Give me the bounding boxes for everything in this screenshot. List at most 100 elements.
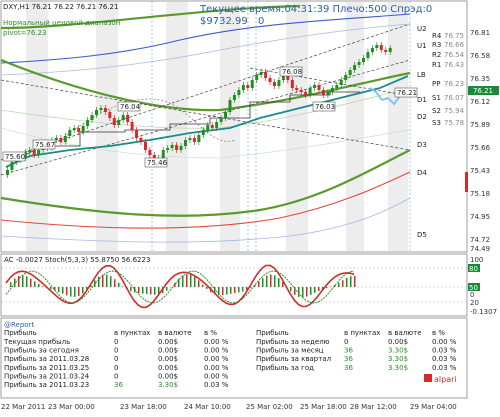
chart-canvas[interactable]: 75.6075.6776.0475.4676.0876.0376.21 DXY,… [0, 0, 500, 413]
candle-body [86, 120, 89, 126]
candle-body [384, 50, 387, 52]
report-cell: 0 [114, 355, 118, 363]
report-cell: 0.00 % [204, 372, 229, 380]
ac-bar [26, 276, 28, 287]
pivot-label: R3 [432, 41, 441, 49]
terminal-window: 75.6075.6776.0475.4676.0876.0376.21 DXY,… [0, 0, 500, 413]
time-label: 23 Mar 18:00 [120, 403, 167, 411]
ac-bar [186, 274, 188, 287]
candle-body [237, 90, 240, 95]
ac-bar [338, 283, 340, 287]
report-cell: 3.30$ [158, 381, 178, 389]
price-tick: 76.58 [470, 52, 490, 60]
candle-body [353, 65, 356, 70]
report-cell: 0.00 % [432, 338, 457, 346]
level-d5: D5 [417, 231, 427, 239]
ac-bar [230, 287, 232, 294]
ac-bar [318, 287, 320, 291]
level-d3: D3 [417, 141, 427, 149]
pivot-label: R1 [432, 61, 441, 69]
ac-bar [310, 287, 312, 295]
candle-body [180, 146, 183, 150]
report-cell: 0.00$ [158, 338, 178, 346]
candle-body [73, 128, 76, 130]
stoch-tick: 20 [470, 299, 479, 307]
time-axis-labels: 22 Mar 201123 Mar 00:0023 Mar 18:0024 Ma… [1, 403, 457, 411]
ac-bar [66, 287, 68, 295]
candle-body [260, 72, 263, 75]
level-lb: LB [417, 71, 426, 79]
price-box-value: 76.03 [315, 103, 335, 111]
ac-bar [62, 287, 64, 294]
stoch-tick: 100 [470, 256, 483, 264]
report-header: в валюте [388, 329, 422, 337]
ac-bar [270, 275, 272, 287]
report-cell: 0 [114, 372, 118, 380]
candle-body [255, 75, 258, 80]
symbol-header: DXY,H1 76.21 76.22 76.21 76.21 [3, 3, 118, 11]
balance-text: $9732.99 [200, 16, 248, 27]
stoch-label: AC -0.0027 Stoch(5,3,3) 55.8750 56.6223 [4, 256, 150, 264]
candle-body [55, 138, 58, 140]
price-tick: 74.49 [470, 245, 490, 253]
candle-body [117, 120, 120, 125]
ac-bar [354, 276, 356, 287]
candle-body [335, 85, 338, 88]
candle-body [37, 150, 40, 155]
report-cell: 3.30$ [388, 347, 408, 355]
candle-body [211, 125, 214, 128]
candle-body [291, 80, 294, 88]
price-tick: 75.43 [470, 167, 490, 175]
pivot-note: pivot=76.23 [3, 29, 46, 37]
report-header: в % [204, 329, 217, 337]
alpari-logo-text: alpari [434, 375, 457, 384]
ac-bar [142, 287, 144, 294]
ac-bar [146, 287, 148, 294]
candle-body [246, 85, 249, 88]
candle-body [166, 148, 169, 150]
candle-body [224, 112, 227, 118]
ac-bar [202, 285, 204, 287]
time-label: 22 Mar 2011 [1, 403, 45, 411]
report-row-label: Прибыль за год [256, 364, 314, 372]
report-cell: 0.00$ [388, 338, 408, 346]
candle-body [331, 88, 334, 92]
report-cell: 0 [114, 338, 118, 346]
pivot-value: 75.94 [444, 107, 465, 115]
ac-bar [94, 280, 96, 287]
report-cell: 0.03 % [432, 364, 457, 372]
time-label: 23 Mar 00:00 [48, 403, 95, 411]
candle-body [295, 88, 298, 90]
ac-bar [342, 280, 344, 287]
ac-bar [350, 276, 352, 287]
time-label: 29 Mar 04:00 [410, 403, 457, 411]
price-box-value: 75.46 [147, 159, 168, 167]
ac-bar [278, 278, 280, 287]
report-cell: 0.00 % [204, 355, 229, 363]
ac-bar [274, 275, 276, 287]
ac-bar [302, 287, 304, 297]
pivot-value: 76.07 [444, 94, 464, 102]
ac-bar [78, 287, 80, 296]
ac-bar [314, 287, 316, 293]
report-header: в пунктах [114, 329, 150, 337]
candle-body [104, 108, 107, 112]
price-tick: 75.89 [470, 121, 490, 129]
price-bar-marker [465, 172, 468, 192]
candle-body [82, 126, 85, 132]
ac-bar [206, 287, 208, 289]
candle-body [375, 45, 378, 48]
candle-body [197, 135, 200, 142]
report-row-label: Прибыль за квартал [256, 355, 331, 363]
stoch-tick: -0.1307 [470, 308, 497, 316]
pivot-labels: R476.75R376.66R276.54R176.43PP76.23S176.… [432, 32, 465, 127]
price-tick: 74.95 [470, 213, 490, 221]
candle-body [135, 130, 138, 138]
pivot-value: 76.54 [444, 51, 465, 59]
status-marker: 0 [258, 16, 264, 27]
ac-bar [118, 283, 120, 287]
report-cell: 36 [114, 381, 123, 389]
price-box-value: 75.67 [35, 141, 55, 149]
candle-body [242, 85, 245, 90]
report-cell: 36 [344, 347, 353, 355]
